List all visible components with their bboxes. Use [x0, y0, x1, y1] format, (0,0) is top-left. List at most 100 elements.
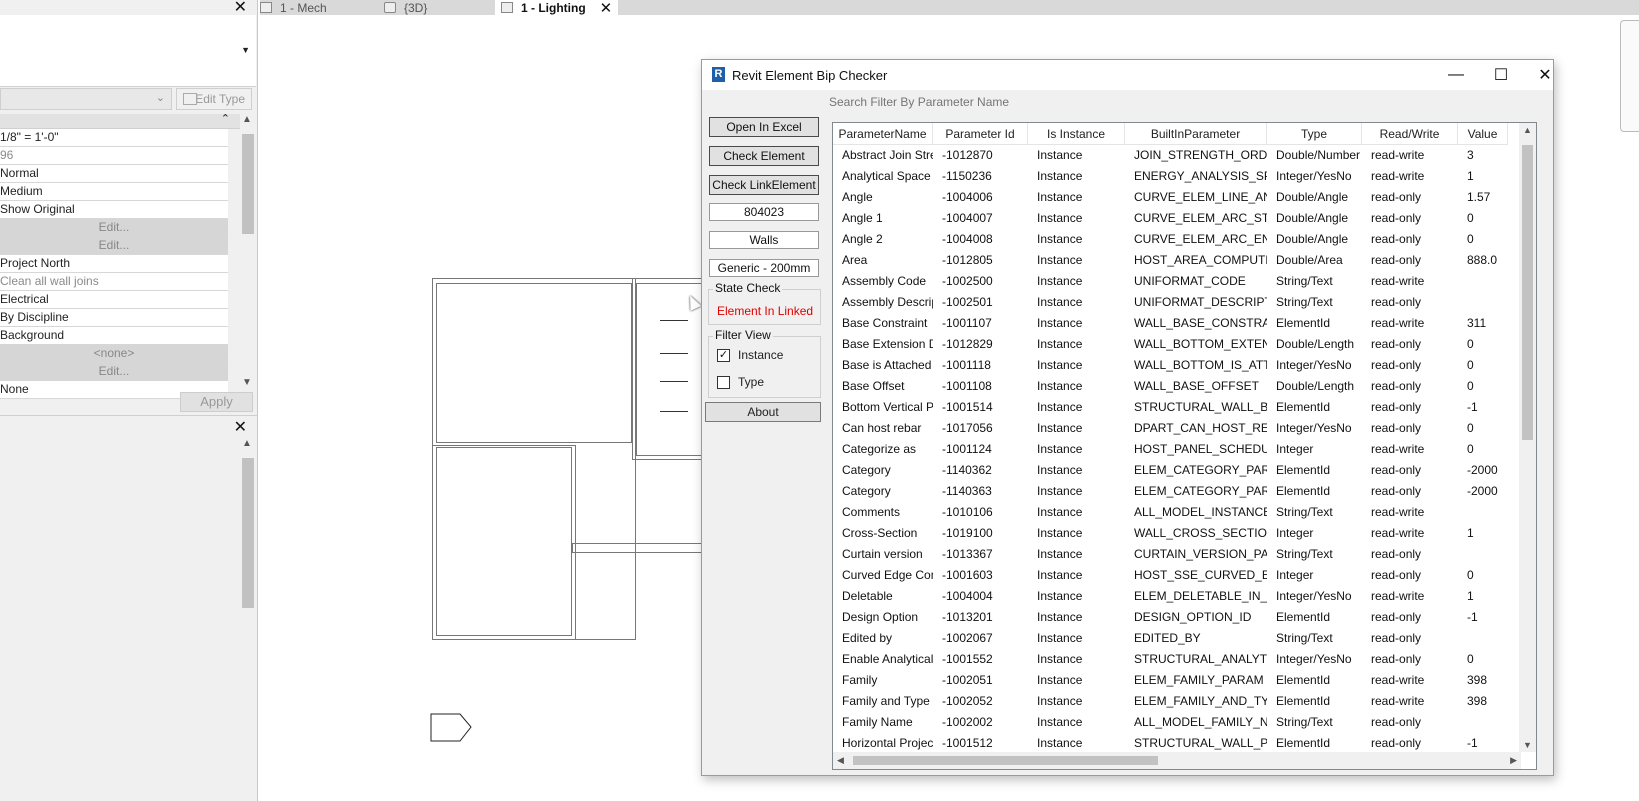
table-row[interactable]: Assembly Code -1002500 Instance UNIFORMAT_C… — [833, 271, 1508, 292]
scroll-right-icon[interactable]: ▶ — [1510, 755, 1517, 766]
table-row[interactable]: Curtain version -1013367 Instance CURTAIN_V… — [833, 544, 1508, 565]
table-cell: read-write — [1371, 505, 1425, 519]
close-icon[interactable]: ✕ — [234, 417, 247, 437]
table-row[interactable]: Angle 1 -1004007 Instance CURVE_ELEM_ARC_ST… — [833, 208, 1508, 229]
table-cell: WALL_BASE_OFFSET — [1134, 379, 1259, 393]
check-element-button[interactable]: Check Element — [709, 146, 819, 166]
browser-scrollbar[interactable]: ▲ — [240, 438, 256, 801]
table-cell: -1013201 — [942, 610, 993, 624]
about-button[interactable]: About — [705, 402, 821, 422]
apply-button[interactable]: Apply — [180, 392, 253, 412]
check-link-element-button[interactable]: Check LinkElement — [709, 175, 819, 195]
grid-horizontal-scrollbar[interactable]: ◀ ▶ — [833, 752, 1521, 769]
maximize-icon[interactable]: ☐ — [1481, 62, 1521, 88]
property-value[interactable]: Background — [0, 327, 228, 345]
scroll-up-icon[interactable]: ▲ — [1523, 125, 1532, 135]
scroll-thumb[interactable] — [242, 134, 254, 234]
close-icon[interactable]: ✕ — [1525, 62, 1565, 88]
property-edit-button[interactable]: Edit... — [0, 237, 228, 255]
property-value[interactable]: Electrical — [0, 291, 228, 309]
scroll-thumb[interactable] — [853, 756, 1158, 765]
parameter-search-input[interactable] — [829, 93, 1159, 111]
properties-scrollbar[interactable]: ▲ ▼ — [240, 114, 256, 388]
type-checkbox[interactable] — [717, 375, 730, 389]
chevron-down-icon[interactable]: ▼ — [241, 45, 250, 55]
instance-checkbox-row[interactable]: ✓ Instance — [717, 348, 783, 362]
dialog-titlebar[interactable]: R Revit Element Bip Checker — ☐ ✕ — [702, 60, 1553, 90]
property-value[interactable]: 96 — [0, 147, 228, 165]
table-row[interactable]: Base is Attached -1001118 Instance WALL_BOT… — [833, 355, 1508, 376]
navigation-bar[interactable] — [1620, 20, 1639, 132]
table-row[interactable]: Family Name -1002002 Instance ALL_MODEL_FAM… — [833, 712, 1508, 733]
column-header[interactable]: BuiltInParameter — [1125, 123, 1267, 145]
property-value[interactable]: By Discipline — [0, 309, 228, 327]
table-row[interactable]: Analytical Space -1150236 Instance ENERGY_A… — [833, 166, 1508, 187]
scroll-down-icon[interactable]: ▼ — [242, 377, 252, 388]
table-row[interactable]: Family and Type -1002052 Instance ELEM_FAMI… — [833, 691, 1508, 712]
table-row[interactable]: Deletable -1004004 Instance ELEM_DELETABLE_… — [833, 586, 1508, 607]
table-row[interactable]: Base Constraint -1001107 Instance WALL_BASE… — [833, 313, 1508, 334]
table-row[interactable]: Bottom Vertical Projection -1001514 Instan… — [833, 397, 1508, 418]
table-row[interactable]: Curved Edge Condition -1001603 Instance HOS… — [833, 565, 1508, 586]
table-row[interactable]: Assembly Description -1002501 Instance UNIF… — [833, 292, 1508, 313]
table-row[interactable]: Base Extension Distance -1012829 Instance W… — [833, 334, 1508, 355]
type-name-field[interactable]: Generic - 200mm — [709, 259, 819, 277]
scroll-left-icon[interactable]: ◀ — [837, 755, 844, 766]
property-edit-button[interactable]: <none> — [0, 345, 228, 363]
table-row[interactable]: Cross-Section -1019100 Instance WALL_CROSS_… — [833, 523, 1508, 544]
table-row[interactable]: Angle 2 -1004008 Instance CURVE_ELEM_ARC_EN… — [833, 229, 1508, 250]
table-row[interactable]: Abstract Join Strength -1012870 Instance JO… — [833, 145, 1508, 166]
table-cell: Instance — [1037, 358, 1083, 372]
table-row[interactable]: Area -1012805 Instance HOST_AREA_COMPUTED Do… — [833, 250, 1508, 271]
table-row[interactable]: Horizontal Projection -1001512 Instance STR… — [833, 733, 1508, 754]
property-value[interactable]: Show Original — [0, 201, 228, 219]
property-value[interactable]: Clean all wall joins — [0, 273, 228, 291]
column-header[interactable]: Value — [1458, 123, 1508, 145]
column-header[interactable]: Parameter Id — [933, 123, 1028, 145]
table-row[interactable]: Edited by -1002067 Instance EDITED_BY String… — [833, 628, 1508, 649]
tab-mech[interactable]: 1 - Mech — [260, 0, 370, 15]
scroll-up-icon[interactable]: ▲ — [242, 114, 252, 125]
table-row[interactable]: Category -1140363 Instance ELEM_CATEGORY_PA… — [833, 481, 1508, 502]
table-cell: -1010106 — [942, 505, 993, 519]
view-tag-icon[interactable] — [430, 713, 472, 743]
element-id-field[interactable]: 804023 — [709, 203, 819, 221]
column-header[interactable]: Type — [1267, 123, 1362, 145]
scroll-up-icon[interactable]: ▲ — [242, 438, 252, 449]
instance-filter-select[interactable]: ⌄ — [0, 88, 172, 110]
table-row[interactable]: Enable Analytical Model -1001552 Instance S… — [833, 649, 1508, 670]
table-row[interactable]: Base Offset -1001108 Instance WALL_BASE_OFF… — [833, 376, 1508, 397]
properties-section-header[interactable]: ⌃ — [0, 112, 240, 129]
edit-type-button[interactable]: Edit Type — [176, 88, 252, 110]
instance-checkbox[interactable]: ✓ — [717, 348, 730, 362]
property-value[interactable]: 1/8" = 1'-0" — [0, 129, 228, 147]
property-edit-button[interactable]: Edit... — [0, 363, 228, 381]
table-row[interactable]: Categorize as -1001124 Instance HOST_PANEL_… — [833, 439, 1508, 460]
parameter-grid[interactable]: ParameterName Parameter Id Is Instance Buil… — [832, 122, 1537, 770]
property-value[interactable]: Normal — [0, 165, 228, 183]
table-row[interactable]: Category -1140362 Instance ELEM_CATEGORY_PA… — [833, 460, 1508, 481]
column-header[interactable]: ParameterName — [833, 123, 933, 145]
property-edit-button[interactable]: Edit... — [0, 219, 228, 237]
scroll-thumb[interactable] — [242, 458, 254, 608]
open-in-excel-button[interactable]: Open In Excel — [709, 117, 819, 137]
table-row[interactable]: Can host rebar -1017056 Instance DPART_CAN_… — [833, 418, 1508, 439]
scroll-down-icon[interactable]: ▼ — [1523, 740, 1532, 750]
table-row[interactable]: Angle -1004006 Instance CURVE_ELEM_LINE_ANG… — [833, 187, 1508, 208]
table-row[interactable]: Comments -1010106 Instance ALL_MODEL_INSTAN… — [833, 502, 1508, 523]
property-value[interactable]: Project North — [0, 255, 228, 273]
table-row[interactable]: Family -1002051 Instance ELEM_FAMILY_PARAM E… — [833, 670, 1508, 691]
property-value[interactable]: Medium — [0, 183, 228, 201]
scroll-thumb[interactable] — [1522, 145, 1533, 440]
minimize-icon[interactable]: — — [1436, 62, 1476, 88]
table-row[interactable]: Design Option -1013201 Instance DESIGN_OPTI… — [833, 607, 1508, 628]
grid-vertical-scrollbar[interactable]: ▲ ▼ — [1519, 123, 1536, 752]
column-header[interactable]: Is Instance — [1028, 123, 1125, 145]
tab-lighting[interactable]: 1 - Lighting ✕ — [495, 0, 618, 17]
type-preview[interactable]: ▼ — [0, 15, 256, 87]
collapse-icon[interactable]: ⌃ — [221, 112, 230, 125]
category-field[interactable]: Walls — [709, 231, 819, 249]
tab-3d[interactable]: {3D} — [384, 0, 494, 15]
type-checkbox-row[interactable]: Type — [717, 375, 764, 389]
column-header[interactable]: Read/Write — [1362, 123, 1458, 145]
